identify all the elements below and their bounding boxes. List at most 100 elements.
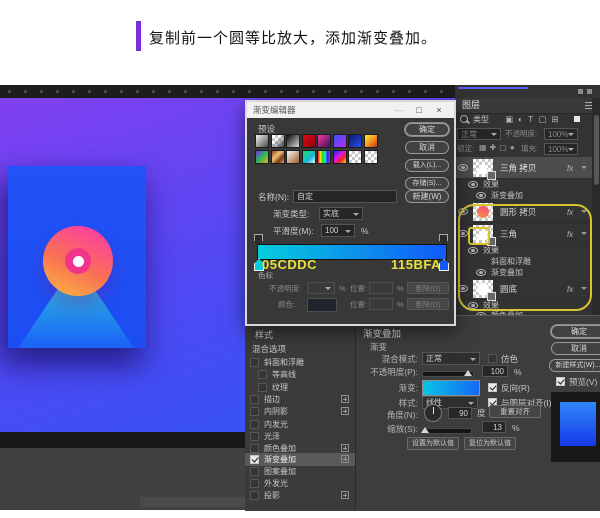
blending-options-item[interactable]: 混合选项: [252, 344, 286, 354]
gradient-preset-swatch[interactable]: [363, 134, 378, 148]
style-checkbox[interactable]: [258, 370, 267, 379]
style-item-color-overlay[interactable]: 颜色叠加: [264, 444, 296, 454]
gradient-preset-swatch[interactable]: [255, 149, 269, 164]
stop-color-swatch[interactable]: [307, 298, 337, 312]
new-style-button[interactable]: 新建样式(W)...: [549, 359, 600, 372]
gradient-preset-swatch[interactable]: [348, 134, 362, 148]
gradient-type-select[interactable]: 实底: [319, 207, 363, 220]
angle-dial[interactable]: [424, 404, 442, 422]
gradient-preset-swatch[interactable]: [317, 134, 331, 148]
scale-slider-knob[interactable]: [421, 423, 429, 433]
style-item-contour[interactable]: 等高线: [272, 370, 296, 380]
gradient-preset-swatch[interactable]: [255, 134, 269, 148]
panel-header-icons[interactable]: [578, 89, 592, 94]
style-checkbox[interactable]: [250, 420, 259, 429]
layers-fill-value[interactable]: 100%: [544, 143, 578, 155]
style-item-bevel-emboss[interactable]: 斜面和浮雕: [264, 358, 304, 368]
filter-type-dropdown[interactable]: 类型: [473, 115, 489, 125]
load-button[interactable]: 载入(L)...: [405, 159, 449, 172]
style-item-gradient-overlay[interactable]: 渐变叠加: [264, 455, 296, 465]
tab-layers[interactable]: 图层: [462, 100, 480, 111]
scale-value-field[interactable]: 13: [482, 421, 506, 433]
effects-group-row[interactable]: 效果: [455, 179, 592, 190]
style-checkbox[interactable]: [250, 444, 259, 453]
fx-collapse-icon[interactable]: [581, 166, 587, 172]
style-item-inner-shadow[interactable]: 内阴影: [264, 407, 288, 417]
dialog-titlebar[interactable]: 渐变编辑器 — □ ×: [247, 102, 454, 118]
layers-blend-mode-select[interactable]: 正常: [457, 128, 501, 140]
delete-stop-button: 删除(D): [407, 298, 449, 310]
stop-location-label: 位置:: [350, 284, 368, 293]
style-checkbox[interactable]: [258, 383, 267, 392]
opacity-value-field[interactable]: 100: [482, 365, 508, 377]
visibility-eye-icon[interactable]: [468, 181, 478, 188]
style-item-drop-shadow[interactable]: 投影: [264, 491, 280, 501]
visibility-eye-icon[interactable]: [476, 192, 486, 199]
layer-style-ok-button[interactable]: 确定: [551, 325, 600, 338]
reverse-checkbox[interactable]: [488, 383, 497, 392]
style-item-outer-glow[interactable]: 外发光: [264, 479, 288, 489]
layer-thumbnail[interactable]: [473, 159, 496, 180]
gradient-ok-button[interactable]: 确定: [405, 123, 449, 136]
preview-checkbox[interactable]: [556, 377, 565, 386]
gradient-name-input[interactable]: 自定: [293, 190, 397, 203]
layers-opacity-value[interactable]: 100%: [544, 128, 578, 140]
style-checkbox-checked[interactable]: [250, 455, 259, 464]
save-button[interactable]: 存储(S)...: [405, 177, 449, 190]
effect-row-gradient-overlay[interactable]: 渐变叠加: [455, 190, 592, 201]
dither-checkbox[interactable]: [488, 354, 497, 363]
gradient-preset-swatch[interactable]: [286, 149, 300, 164]
close-icon[interactable]: ×: [432, 105, 446, 115]
add-instance-icon[interactable]: [341, 444, 349, 452]
maximize-icon[interactable]: □: [412, 105, 426, 115]
layer-row-triangle-copy[interactable]: 三角 拷贝 fx: [455, 157, 592, 180]
gradient-preset-swatch[interactable]: [301, 134, 316, 148]
style-checkbox[interactable]: [250, 467, 259, 476]
gradient-preset-swatch[interactable]: [301, 149, 316, 164]
style-checkbox[interactable]: [250, 491, 259, 500]
gradient-preset-swatch[interactable]: [348, 149, 362, 164]
gradient-preview-swatch[interactable]: [422, 380, 480, 396]
opacity-slider-knob[interactable]: [464, 366, 472, 376]
layers-scrollbar-thumb[interactable]: [593, 115, 599, 185]
style-item-stroke[interactable]: 描边: [264, 395, 280, 405]
gradient-preset-swatch[interactable]: [270, 149, 285, 164]
new-gradient-button[interactable]: 新建(W): [405, 190, 449, 203]
lock-icons[interactable]: ▦✚▢●: [479, 143, 518, 153]
style-item-texture[interactable]: 纹理: [272, 383, 288, 393]
style-checkbox[interactable]: [250, 432, 259, 441]
style-checkbox[interactable]: [250, 479, 259, 488]
visibility-eye-icon[interactable]: [458, 164, 468, 171]
gradient-preset-swatch[interactable]: [270, 134, 285, 148]
gradient-preset-swatch[interactable]: [332, 149, 347, 164]
fx-badge[interactable]: fx: [567, 164, 573, 173]
blend-mode-select[interactable]: 正常: [422, 352, 480, 365]
reset-default-button[interactable]: 复位为默认值: [464, 437, 516, 450]
overlay-opacity-label: 不透明度(P):: [370, 367, 418, 377]
angle-value-field[interactable]: 90: [448, 407, 472, 419]
filter-kind-icons[interactable]: ▣◐T▢⊞: [505, 114, 564, 124]
search-icon[interactable]: [460, 115, 468, 123]
style-checkbox[interactable]: [250, 407, 259, 416]
add-instance-icon[interactable]: [341, 395, 349, 403]
layer-style-cancel-button[interactable]: 取消: [551, 342, 600, 355]
reset-alignment-button[interactable]: 重置对齐: [489, 405, 541, 418]
gradient-cancel-button[interactable]: 取消: [405, 141, 449, 154]
style-item-pattern-overlay[interactable]: 图案叠加: [264, 467, 296, 477]
style-checkbox[interactable]: [250, 395, 259, 404]
gradient-preset-swatch[interactable]: [363, 149, 378, 164]
set-default-button[interactable]: 设置为默认值: [407, 437, 459, 450]
smoothness-field[interactable]: 100: [321, 224, 355, 237]
add-instance-icon[interactable]: [341, 491, 349, 499]
gradient-preset-swatch[interactable]: [332, 134, 347, 148]
style-item-inner-glow[interactable]: 内发光: [264, 420, 288, 430]
filter-toggle-icon[interactable]: [574, 116, 580, 122]
minimize-icon[interactable]: —: [392, 105, 406, 115]
scale-slider[interactable]: [424, 428, 472, 434]
gradient-preset-swatch[interactable]: [317, 149, 331, 164]
style-checkbox[interactable]: [250, 358, 259, 367]
add-instance-icon[interactable]: [341, 455, 349, 463]
gradient-preset-swatch[interactable]: [286, 134, 300, 148]
style-item-satin[interactable]: 光泽: [264, 432, 280, 442]
layer-name[interactable]: 三角 拷贝: [500, 163, 536, 173]
